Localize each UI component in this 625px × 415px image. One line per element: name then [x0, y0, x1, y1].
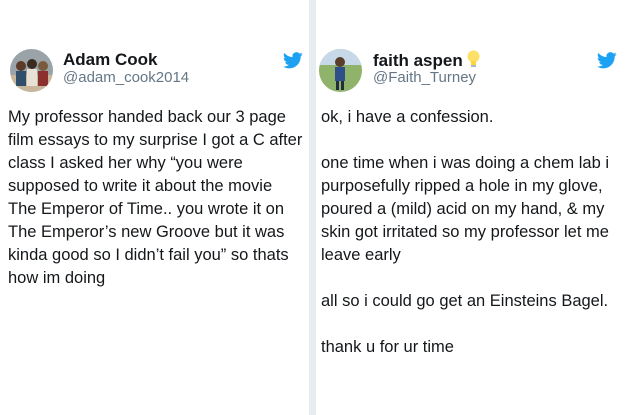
light-bulb-icon — [467, 50, 480, 67]
tweet-paragraph: My professor handed back our 3 page film… — [8, 108, 303, 287]
display-name[interactable]: faith aspen — [373, 50, 480, 71]
avatar[interactable] — [10, 49, 53, 92]
tweet-text: My professor handed back our 3 page film… — [8, 106, 304, 290]
display-name-text: faith aspen — [373, 51, 463, 70]
avatar[interactable] — [319, 49, 362, 92]
tweet-card-adam-cook: Adam Cook @adam_cook2014 My professor ha… — [0, 0, 309, 415]
tweet-card-faith-aspen: faith aspen @Faith_Turney ok, i have a c… — [316, 0, 625, 415]
avatar-photo-icon — [10, 49, 53, 92]
tweet-paragraph: one time when i was doing a chem lab i p… — [321, 154, 609, 264]
tweet-text: ok, i have a confession. one time when i… — [321, 106, 621, 359]
twitter-bird-icon[interactable] — [597, 52, 617, 69]
display-name[interactable]: Adam Cook — [63, 50, 157, 70]
tweet-paragraph: thank u for ur time — [321, 338, 454, 356]
tweet-paragraph: all so i could go get an Einsteins Bagel… — [321, 292, 609, 310]
user-handle[interactable]: @adam_cook2014 — [63, 69, 189, 86]
twitter-bird-icon[interactable] — [283, 52, 303, 69]
user-handle[interactable]: @Faith_Turney — [373, 69, 476, 86]
avatar-photo-icon — [319, 49, 362, 92]
tweet-paragraph: ok, i have a confession. — [321, 108, 494, 126]
